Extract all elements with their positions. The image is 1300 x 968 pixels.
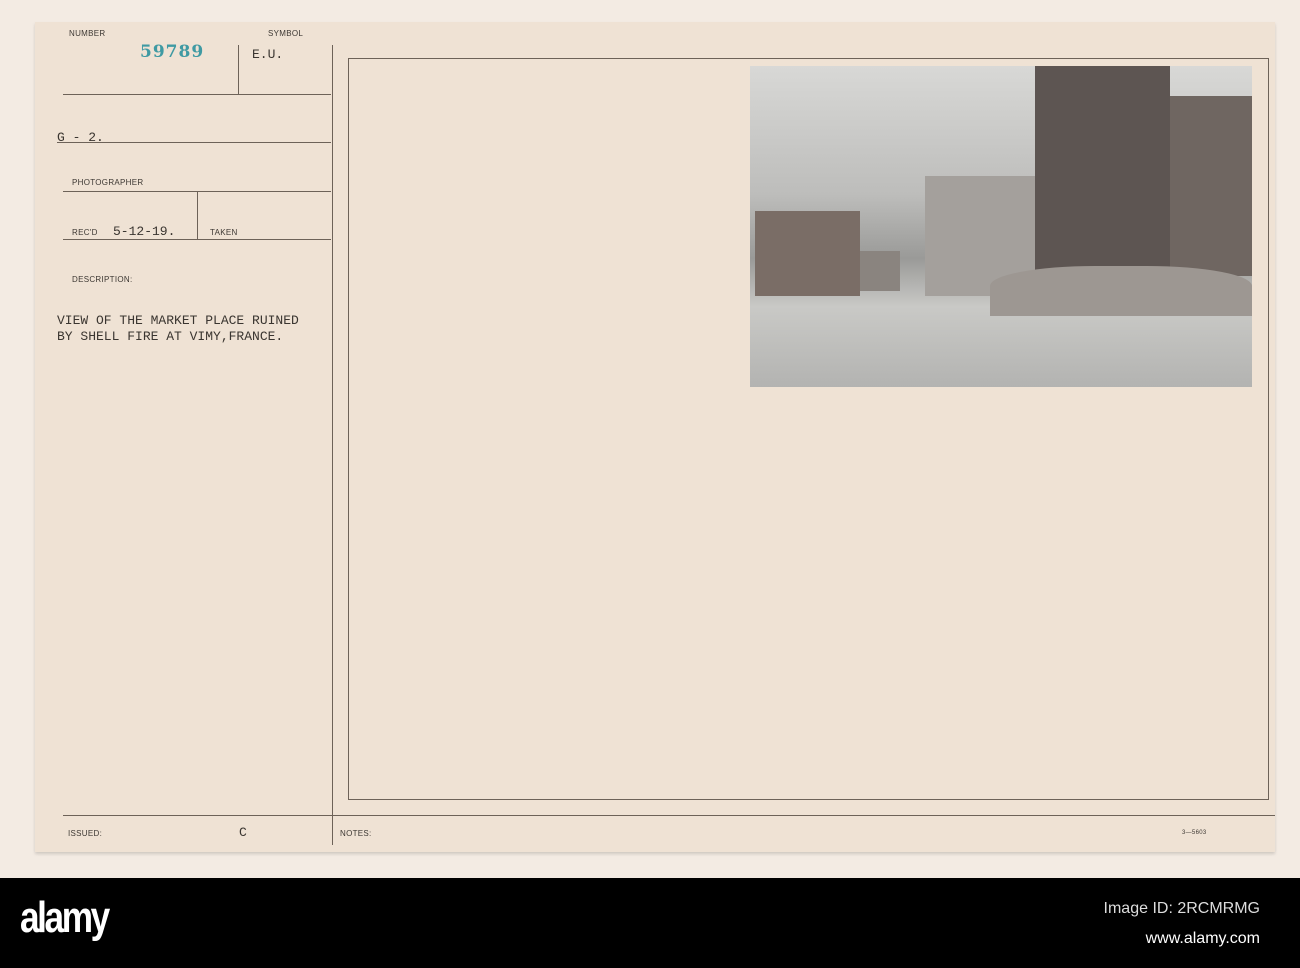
description-line: VIEW OF THE MARKET PLACE RUINED xyxy=(57,313,299,328)
image-id: Image ID: 2RCMRMG xyxy=(1103,900,1260,917)
symbol-label: SYMBOL xyxy=(268,29,304,38)
recd-date: 5-12-19. xyxy=(113,224,176,239)
divider xyxy=(197,191,198,239)
ruined-building xyxy=(1170,96,1252,276)
divider xyxy=(332,45,333,845)
street-photograph xyxy=(750,66,1252,387)
divider xyxy=(63,239,331,240)
taken-label: TAKEN xyxy=(210,228,238,237)
divider xyxy=(63,815,1275,816)
photographer-label: PHOTOGRAPHER xyxy=(72,178,144,187)
number-label: NUMBER xyxy=(69,29,106,38)
description-line: BY SHELL FIRE AT VIMY,FRANCE. xyxy=(57,329,284,344)
issued-label: ISSUED: xyxy=(68,829,103,838)
divider xyxy=(63,94,331,95)
rubble xyxy=(990,266,1252,316)
notes-label: NOTES: xyxy=(340,829,372,838)
alamy-logo: alamy xyxy=(20,893,110,942)
divider xyxy=(238,45,239,95)
symbol-value: E.U. xyxy=(252,47,284,62)
divider xyxy=(57,142,331,143)
building xyxy=(860,251,900,291)
issued-mark: C xyxy=(239,825,247,840)
form-number: 3—5603 xyxy=(1182,830,1207,836)
record-number: 59789 xyxy=(140,42,205,62)
recd-label: REC'D xyxy=(72,228,98,237)
description-label: DESCRIPTION: xyxy=(72,275,133,284)
site-url[interactable]: www.alamy.com xyxy=(1146,930,1260,948)
building xyxy=(755,211,860,296)
footer-bar: alamy Image ID: 2RCMRMG www.alamy.com xyxy=(0,878,1300,968)
